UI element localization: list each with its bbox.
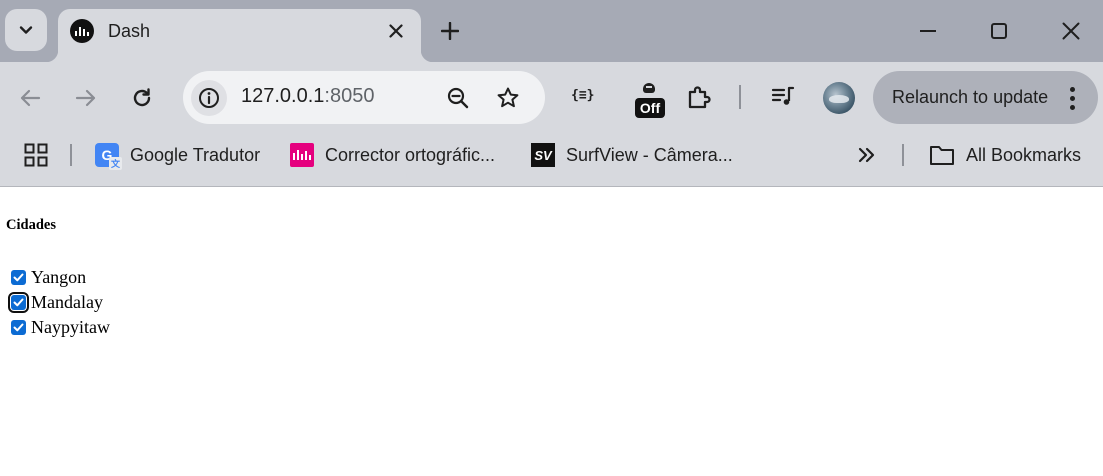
city-label: Naypyitaw [31,317,110,337]
url-host: 127.0.0.1 [241,85,325,107]
back-button[interactable] [15,83,45,113]
bookmark-label: Corrector ortográfic... [325,144,496,165]
city-option-mandalay[interactable]: Mandalay [8,290,110,315]
browser-toolbar: 127.0.0.1:8050 {≡} Off Relaunch to updat… [0,62,1103,132]
bookmark-google-tradutor[interactable]: G Google Tradutor [95,142,261,170]
url-port: :8050 [324,85,375,107]
toolbar-divider [739,85,741,109]
back-arrow-icon [20,89,41,107]
active-tab[interactable]: Dash [46,9,433,62]
bookmarks-divider [902,144,904,166]
reload-button[interactable] [127,83,157,113]
close-window-button[interactable] [1059,19,1083,43]
bookmark-corrector-ortografico[interactable]: Corrector ortográfic... [290,142,495,168]
extensions-button[interactable] [684,82,714,112]
zoom-button[interactable] [443,83,473,113]
cities-checklist: Yangon Mandalay Naypyitaw [8,265,110,340]
bookmark-surfview[interactable]: SV SurfView - Câmera... [531,142,733,168]
folder-icon [930,146,954,165]
minimize-icon [920,30,936,32]
puzzle-icon [688,86,711,109]
site-info-button[interactable] [191,80,227,116]
city-option-naypyitaw[interactable]: Naypyitaw [9,315,110,340]
surfview-icon: SV [531,143,555,167]
apps-button[interactable] [24,142,48,168]
forward-button[interactable] [71,83,101,113]
city-option-yangon[interactable]: Yangon [9,265,110,290]
media-controls-button[interactable] [768,82,798,112]
bookmark-star-button[interactable] [493,83,523,113]
city-checkbox[interactable] [11,320,26,335]
page-heading: Cidades [6,217,56,233]
plus-icon [441,22,459,40]
dash-favicon-icon [70,19,94,43]
new-tab-button[interactable] [438,19,462,43]
relaunch-label: Relaunch to update [892,87,1049,107]
apps-grid-icon [24,143,48,167]
all-bookmarks-label: All Bookmarks [966,144,1082,165]
city-label: Mandalay [31,292,103,312]
city-label: Yangon [31,267,87,287]
url-text[interactable]: 127.0.0.1:8050 [241,85,374,108]
bookmarks-bar: G Google Tradutor Corrector ortográfic..… [0,132,1103,187]
close-icon [389,24,403,38]
relaunch-to-update-button[interactable]: Relaunch to update [873,71,1098,124]
zoom-out-icon [447,87,469,109]
more-vert-icon[interactable] [1063,84,1081,112]
more-bookmarks-button[interactable] [856,142,876,168]
forward-arrow-icon [75,89,96,107]
robot-icon [643,83,655,93]
city-checkbox[interactable] [8,292,29,313]
city-checkbox[interactable] [11,270,26,285]
google-translate-icon: G [95,143,122,170]
star-icon [497,87,519,108]
profile-avatar[interactable] [823,82,855,114]
info-icon [199,88,219,108]
maximize-icon [991,23,1007,39]
close-icon [1062,22,1080,40]
minimize-button[interactable] [916,19,940,43]
extension-off-badge: Off [635,98,665,118]
double-chevron-right-icon [858,147,875,163]
json-viewer-extension-icon[interactable]: {≡} [571,88,594,103]
tab-close-button[interactable] [384,19,408,43]
tab-title: Dash [108,21,151,41]
reload-icon [133,88,151,107]
spellcheck-site-icon [290,143,314,167]
page-content: Cidades Yangon Mandalay Naypyitaw [0,188,1103,476]
bookmark-label: Google Tradutor [130,144,261,165]
tab-strip: Dash [0,0,1103,62]
address-bar[interactable]: 127.0.0.1:8050 [183,71,545,124]
tab-search-button[interactable] [5,9,47,51]
all-bookmarks-button[interactable]: All Bookmarks [929,142,1081,168]
bookmark-label: SurfView - Câmera... [566,144,733,165]
checkmark-icon [13,298,24,307]
chevron-down-icon [19,26,33,34]
maximize-button[interactable] [987,19,1011,43]
bookmarks-divider [70,144,72,166]
robot-extension-icon[interactable]: Off [634,77,666,119]
checkmark-icon [13,323,24,332]
checkmark-icon [13,273,24,282]
playlist-music-icon [771,86,795,105]
